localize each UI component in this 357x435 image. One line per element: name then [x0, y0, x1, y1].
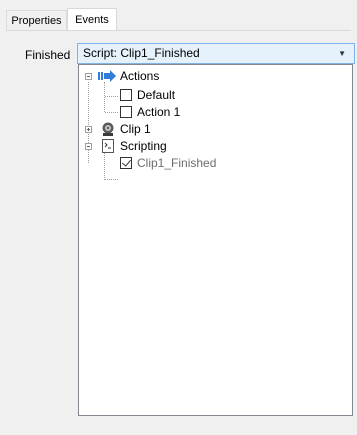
tree-node-label: Actions — [120, 69, 160, 83]
tree-node-label: Default — [137, 88, 176, 102]
combobox-value: Script: Clip1_Finished — [83, 46, 200, 60]
tree-node-label: Clip 1 — [120, 122, 151, 136]
tree-node-action-1[interactable]: Action 1 — [79, 104, 349, 120]
chevron-down-icon[interactable]: ▼ — [338, 44, 346, 63]
tree-node-default[interactable]: Default — [79, 87, 349, 103]
tab-events[interactable]: Events — [67, 8, 117, 30]
clip-icon — [102, 122, 114, 136]
handler-tree-dropdown: Actions Default Action 1 Clip 1 Scriptin… — [78, 64, 353, 416]
tree-node-label: Scripting — [120, 139, 167, 153]
collapse-icon[interactable] — [85, 73, 92, 80]
tree-node-clip-1[interactable]: Clip 1 — [79, 121, 349, 137]
action-1-checkbox[interactable] — [120, 106, 132, 118]
clip1-finished-checkbox[interactable] — [120, 157, 132, 169]
tree-node-label: Clip1_Finished — [137, 156, 217, 170]
tab-panel-border — [6, 30, 351, 31]
tree-node-actions[interactable]: Actions — [79, 68, 349, 84]
expand-icon[interactable] — [85, 126, 92, 133]
default-checkbox[interactable] — [120, 89, 132, 101]
arrow-icon — [98, 70, 116, 82]
collapse-icon[interactable] — [85, 143, 92, 150]
event-label: Finished — [25, 48, 71, 62]
script-icon — [102, 139, 114, 153]
tree-connector — [105, 179, 118, 180]
tree-node-clip1-finished[interactable]: Clip1_Finished — [79, 155, 349, 171]
event-handler-combobox[interactable]: Script: Clip1_Finished ▼ — [77, 43, 355, 64]
tab-properties[interactable]: Properties — [6, 10, 67, 30]
tree-node-scripting[interactable]: Scripting — [79, 138, 349, 154]
tree-node-label: Action 1 — [137, 105, 181, 119]
